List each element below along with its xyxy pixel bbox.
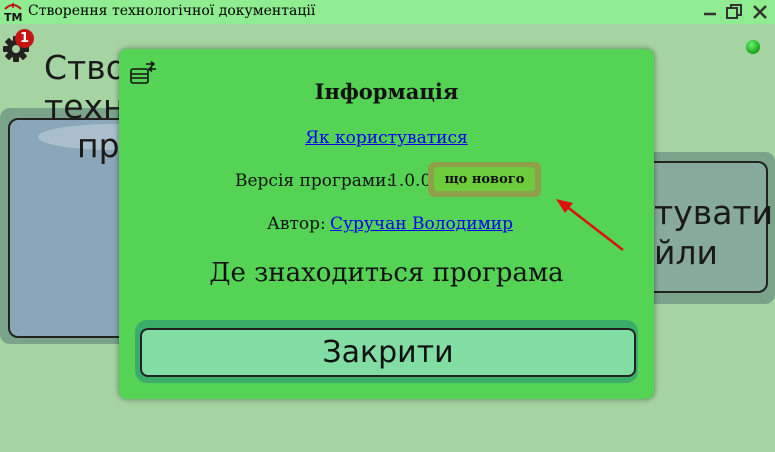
app-logo-text: ТМ (4, 11, 22, 23)
author-link[interactable]: Суручан Володимир (330, 214, 513, 234)
author-label: Автор: (267, 214, 326, 234)
minimize-button[interactable] (699, 0, 721, 24)
restore-icon (726, 4, 742, 19)
window-title: Створення технологічної документації (28, 3, 316, 19)
info-dialog: Інформація Як користуватися Версія прогр… (119, 49, 654, 399)
minimize-icon (704, 12, 716, 16)
version-value: 1.0.0 (388, 171, 432, 191)
how-to-use-link[interactable]: Як користуватися (119, 128, 654, 148)
version-label: Версія програми: (235, 171, 393, 191)
close-dialog-button[interactable]: Закрити (140, 328, 636, 377)
close-icon (753, 5, 767, 19)
dialog-title: Інформація (314, 79, 459, 104)
program-location-link[interactable]: Де знаходиться програма (119, 258, 654, 288)
status-indicator (746, 40, 760, 54)
app-logo-icon: ТМ (4, 3, 22, 23)
whats-new-button[interactable]: що нового (434, 167, 535, 191)
right-card-line-2: йли (654, 233, 718, 272)
maximize-button[interactable] (723, 0, 745, 24)
right-card-label: тувати йли (654, 193, 774, 273)
close-window-button[interactable] (749, 0, 771, 24)
settings-badge: 1 (15, 29, 34, 48)
right-card-line-1: тувати (654, 193, 774, 232)
title-bar: ТМ Створення технологічної документації (0, 0, 775, 24)
